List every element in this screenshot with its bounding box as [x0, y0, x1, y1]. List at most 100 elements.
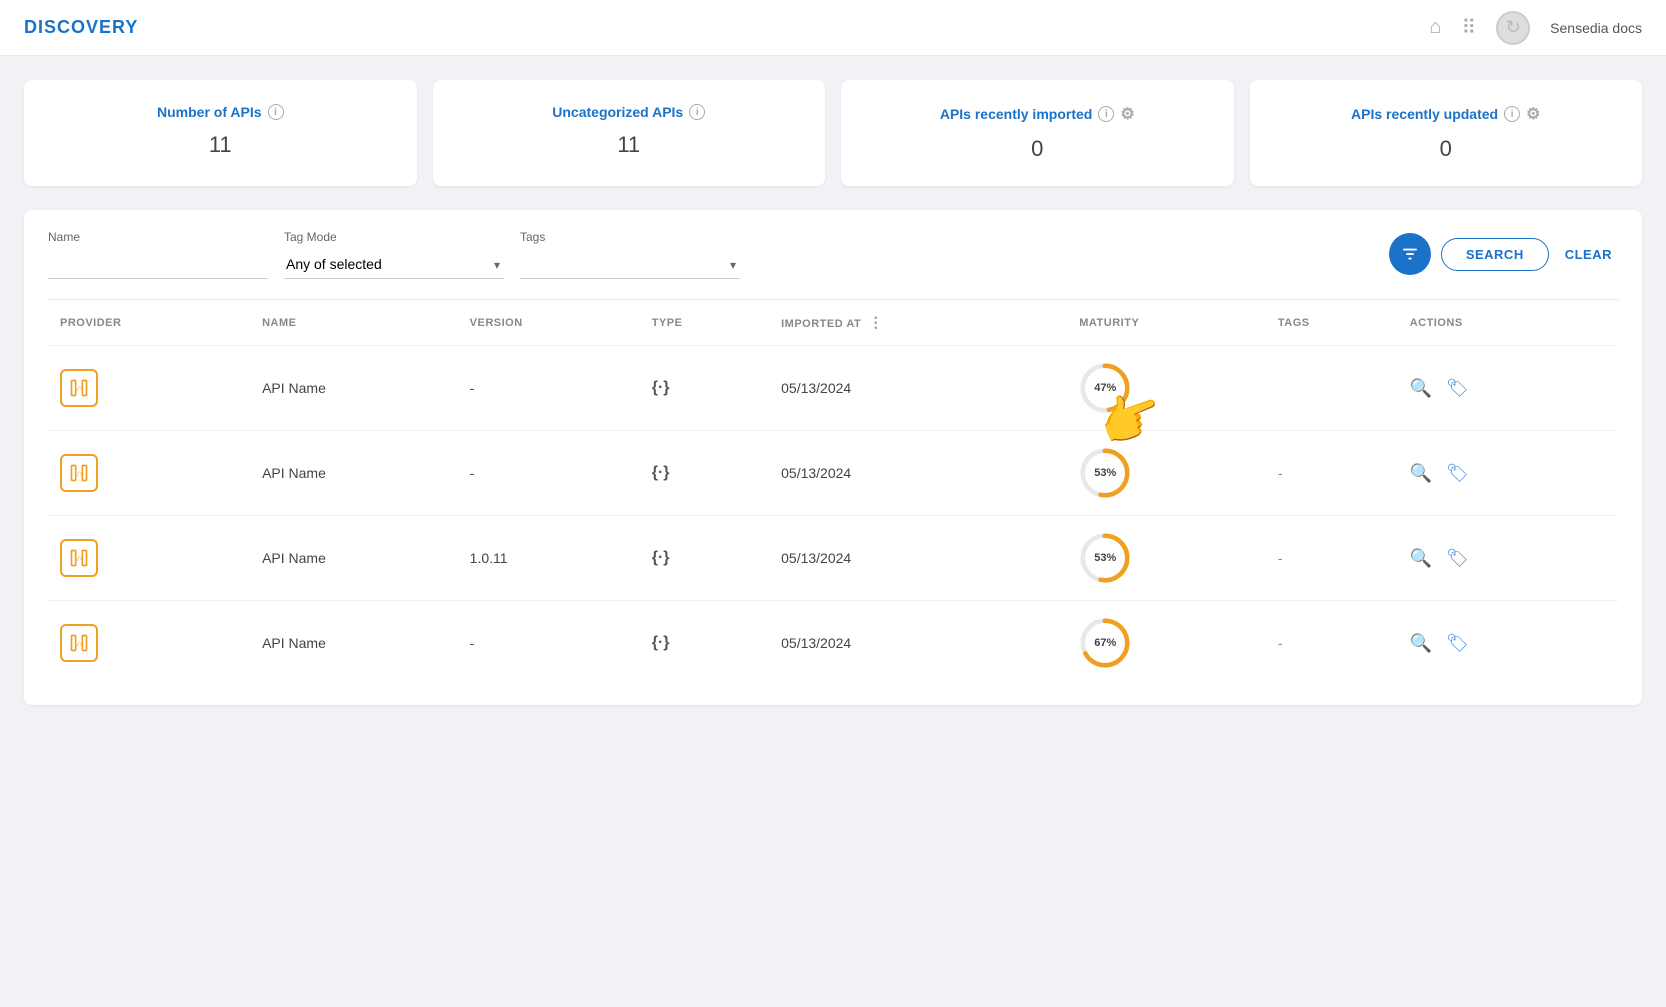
- row4-provider: />: [48, 601, 250, 686]
- top-navigation: DISCOVERY ⌂ ⠿ ↻ Sensedia docs: [0, 0, 1666, 56]
- main-content: Number of APIs i 11 Uncategorized APIs i…: [0, 56, 1666, 729]
- stat-value-recently-updated: 0: [1270, 136, 1623, 162]
- info-icon-uncategorized[interactable]: i: [689, 104, 705, 120]
- row1-version: -: [458, 346, 640, 431]
- row4-name: API Name: [250, 601, 458, 686]
- row3-actions: 🔍 🏷: [1398, 516, 1618, 601]
- row2-actions: 🔍 🏷: [1398, 431, 1618, 516]
- api-provider-icon-3: />: [60, 539, 98, 577]
- row4-tag-icon[interactable]: 🏷: [1446, 633, 1469, 653]
- row3-provider: />: [48, 516, 250, 601]
- row1-type: {·}: [640, 346, 769, 431]
- stat-card-recently-imported: APIs recently imported i ⚙ 0: [841, 80, 1234, 186]
- stat-card-uncategorized: Uncategorized APIs i 11: [433, 80, 826, 186]
- tags-label: Tags: [520, 230, 740, 244]
- svg-text:/>: />: [77, 387, 85, 393]
- gear-icon-recently-imported[interactable]: ⚙: [1120, 104, 1134, 124]
- tags-select[interactable]: [520, 250, 740, 279]
- api-provider-icon-2: />: [60, 454, 98, 492]
- stats-row: Number of APIs i 11 Uncategorized APIs i…: [24, 80, 1642, 186]
- row2-provider: />: [48, 431, 250, 516]
- stat-card-recently-updated: APIs recently updated i ⚙ 0: [1250, 80, 1643, 186]
- table-body: /> API Name - {·} 05/13/2024: [48, 346, 1618, 686]
- row3-name: API Name: [250, 516, 458, 601]
- info-icon-num-apis[interactable]: i: [268, 104, 284, 120]
- table-header: PROVIDER NAME VERSION TYPE IMPORTED AT ⋮…: [48, 300, 1618, 346]
- type-json-icon: {·}: [652, 379, 670, 396]
- row1-tag-icon[interactable]: 🏷: [1446, 378, 1469, 398]
- filter-row: Name Tag Mode Any of selected All of sel…: [48, 230, 1618, 279]
- clear-button[interactable]: CLEAR: [1559, 239, 1618, 270]
- maturity-circle-47: 47%: [1079, 362, 1131, 414]
- row3-maturity: 53%: [1067, 516, 1266, 601]
- table-header-row: PROVIDER NAME VERSION TYPE IMPORTED AT ⋮…: [48, 300, 1618, 346]
- tag-mode-select[interactable]: Any of selected All of selected: [284, 250, 504, 279]
- row3-view-icon[interactable]: 🔍: [1410, 548, 1432, 568]
- stat-card-num-apis: Number of APIs i 11: [24, 80, 417, 186]
- api-provider-icon: />: [60, 369, 98, 407]
- row2-version: -: [458, 431, 640, 516]
- row1-imported-at: 05/13/2024: [769, 346, 1067, 431]
- app-title: DISCOVERY: [24, 17, 138, 38]
- search-button[interactable]: SEARCH: [1441, 238, 1549, 271]
- stat-label-num-apis: Number of APIs: [157, 104, 262, 120]
- info-icon-recently-updated[interactable]: i: [1504, 106, 1520, 122]
- row3-version: 1.0.11: [458, 516, 640, 601]
- home-icon[interactable]: ⌂: [1429, 16, 1441, 39]
- name-filter-field: Name: [48, 230, 268, 279]
- row1-view-icon[interactable]: 🔍: [1410, 378, 1432, 398]
- maturity-circle-53a: 53%: [1079, 447, 1131, 499]
- row1-maturity: 47%: [1067, 346, 1266, 431]
- filter-table-panel: Name Tag Mode Any of selected All of sel…: [24, 210, 1642, 705]
- imported-at-menu-icon[interactable]: ⋮: [869, 314, 884, 330]
- row3-imported-at: 05/13/2024: [769, 516, 1067, 601]
- row4-maturity: 67%: [1067, 601, 1266, 686]
- row3-tag-icon[interactable]: 🏷: [1446, 548, 1469, 568]
- tag-mode-filter-field: Tag Mode Any of selected All of selected: [284, 230, 504, 279]
- stat-value-num-apis: 11: [44, 132, 397, 158]
- row4-imported-at: 05/13/2024: [769, 601, 1067, 686]
- type-json-icon-2: {·}: [652, 464, 670, 481]
- row4-actions: 🔍 🏷: [1398, 601, 1618, 686]
- stat-label-recently-imported: APIs recently imported: [940, 106, 1093, 122]
- row4-type: {·}: [640, 601, 769, 686]
- table-row: /> API Name - {·} 05/13/2024: [48, 601, 1618, 686]
- filter-actions: SEARCH CLEAR: [1389, 233, 1618, 275]
- table-container: 👉 PROVIDER NAME VERSION TYPE IMPORTED AT…: [48, 300, 1618, 685]
- tag-mode-label: Tag Mode: [284, 230, 504, 244]
- nav-right: ⌂ ⠿ ↻ Sensedia docs: [1429, 11, 1642, 45]
- row1-tags: [1266, 346, 1398, 431]
- info-icon-recently-imported[interactable]: i: [1098, 106, 1114, 122]
- col-actions: ACTIONS: [1398, 300, 1618, 346]
- stat-label-uncategorized: Uncategorized APIs: [552, 104, 683, 120]
- grid-icon[interactable]: ⠿: [1462, 15, 1477, 40]
- tags-filter-field: Tags: [520, 230, 740, 279]
- api-provider-icon-4: />: [60, 624, 98, 662]
- avatar[interactable]: ↻: [1496, 11, 1530, 45]
- row1-actions: 🔍 🏷: [1398, 346, 1618, 431]
- api-svg: />: [69, 378, 89, 398]
- gear-icon-recently-updated[interactable]: ⚙: [1526, 104, 1540, 124]
- type-json-icon-3: {·}: [652, 549, 670, 566]
- table-row: /> API Name - {·} 05/13/2024: [48, 431, 1618, 516]
- stat-value-recently-imported: 0: [861, 136, 1214, 162]
- col-maturity: MATURITY: [1067, 300, 1266, 346]
- row2-tags: -: [1266, 431, 1398, 516]
- col-name: NAME: [250, 300, 458, 346]
- row2-view-icon[interactable]: 🔍: [1410, 463, 1432, 483]
- row2-type: {·}: [640, 431, 769, 516]
- filter-svg-icon: [1401, 245, 1419, 263]
- name-filter-label: Name: [48, 230, 268, 244]
- name-input[interactable]: [48, 250, 268, 279]
- row4-view-icon[interactable]: 🔍: [1410, 633, 1432, 653]
- row4-version: -: [458, 601, 640, 686]
- tag-mode-select-wrapper: Any of selected All of selected: [284, 250, 504, 279]
- svg-text:/>: />: [77, 557, 85, 563]
- svg-text:/>: />: [77, 642, 85, 648]
- tags-select-wrapper: [520, 250, 740, 279]
- row1-name: API Name: [250, 346, 458, 431]
- stat-label-recently-updated: APIs recently updated: [1351, 106, 1498, 122]
- filter-icon-button[interactable]: [1389, 233, 1431, 275]
- row2-tag-icon[interactable]: 🏷: [1446, 463, 1469, 483]
- row3-type: {·}: [640, 516, 769, 601]
